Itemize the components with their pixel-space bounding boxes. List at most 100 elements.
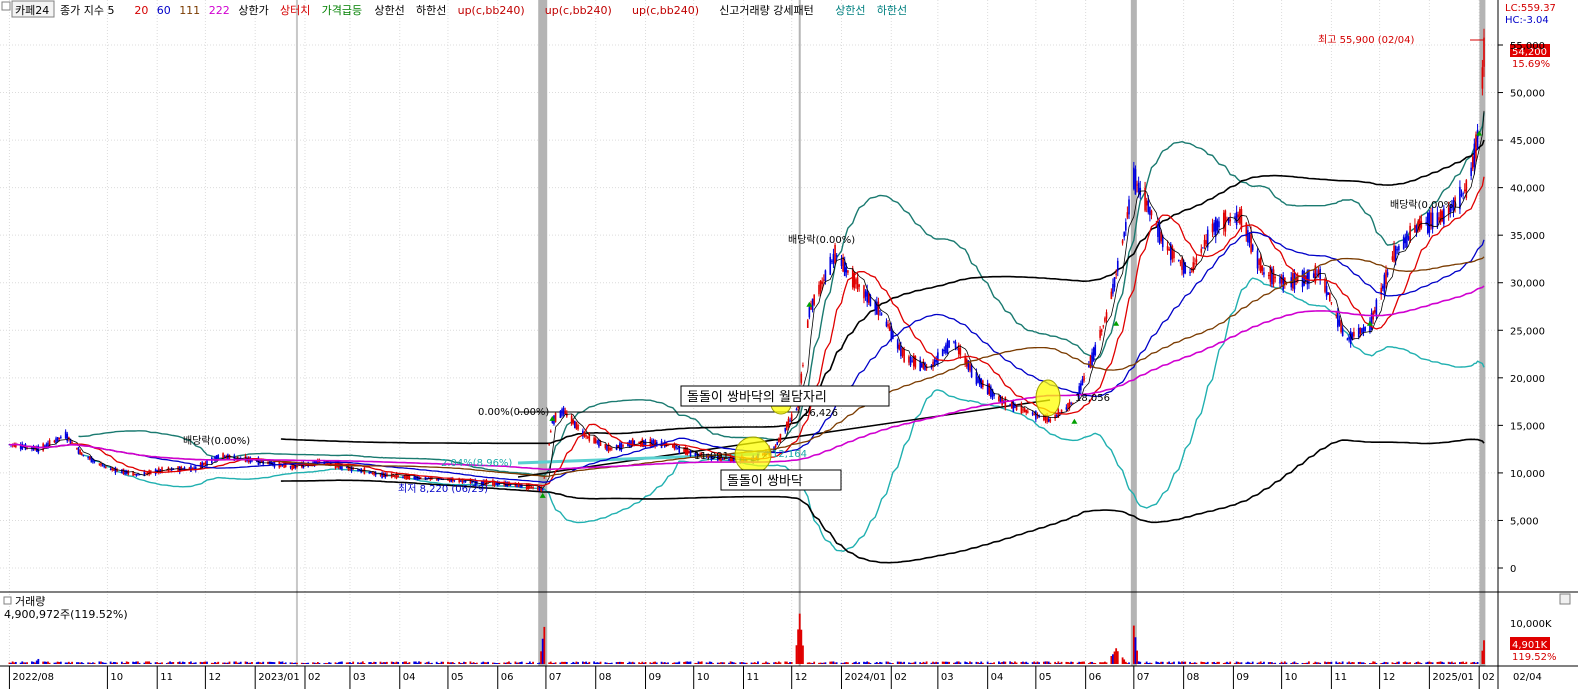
- volume-bar: [71, 661, 73, 664]
- candle-body: [1009, 404, 1011, 406]
- volume-bar: [991, 662, 994, 664]
- volume-bar: [832, 661, 835, 664]
- high-annotation: 최고 55,900 (02/04): [1318, 34, 1414, 46]
- candle-body: [101, 464, 104, 466]
- volume-bar: [615, 662, 618, 664]
- candle-body: [371, 472, 374, 474]
- volume-bar: [943, 661, 946, 664]
- volume-bar: [1139, 661, 1142, 664]
- volume-bar: [90, 663, 93, 664]
- candle-body: [800, 373, 803, 383]
- volume-bar: [975, 661, 978, 664]
- volume-bar: [236, 662, 239, 664]
- volume-bar: [710, 661, 713, 664]
- candle-body: [1406, 231, 1408, 248]
- volume-bar: [430, 662, 433, 664]
- volume-bar: [1372, 661, 1375, 664]
- volume-bar: [654, 661, 657, 664]
- volume-bar: [980, 661, 983, 664]
- volume-bar: [429, 663, 432, 664]
- volume-bar: [292, 662, 295, 664]
- volume-bar: [1025, 661, 1028, 664]
- candle-body: [1081, 378, 1084, 386]
- candle-body: [970, 364, 973, 378]
- volume-bar: [1352, 662, 1355, 664]
- candle-body: [1070, 403, 1072, 405]
- candle-body: [1211, 223, 1214, 233]
- volume-bar: [397, 661, 400, 664]
- volume-bar: [643, 662, 645, 664]
- volume-bar: [214, 662, 216, 664]
- candle-body: [1325, 285, 1328, 297]
- volume-bar: [562, 661, 565, 664]
- volume-bar: [570, 663, 573, 664]
- volume-bar: [1316, 662, 1318, 664]
- value-12164: 12,164: [772, 449, 807, 460]
- candle-body: [672, 444, 674, 448]
- legend-item: 종가 지수 5: [60, 4, 114, 17]
- volume-bar: [1397, 661, 1400, 664]
- volume-bar: [935, 661, 938, 664]
- volume-bar: [684, 661, 687, 664]
- volume-bar: [498, 662, 501, 664]
- price-chart[interactable]: 카페24 LC:559.37 HC:-3.04 54,200 15.69% 최고…: [0, 0, 1578, 689]
- signal-band: [538, 0, 548, 666]
- volume-bar: [607, 662, 610, 664]
- candle-body: [1407, 236, 1410, 240]
- candle-body: [1237, 214, 1240, 218]
- volume-bar: [1296, 663, 1299, 664]
- volume-bar: [577, 662, 579, 664]
- candle-body: [532, 486, 534, 489]
- volume-bar: [79, 662, 82, 664]
- volume-bar: [19, 662, 22, 664]
- candle-body: [1150, 210, 1153, 216]
- candle-body: [920, 363, 923, 368]
- volume-bar: [890, 663, 893, 664]
- candle-body: [80, 452, 83, 456]
- candle-body: [1393, 245, 1395, 262]
- volume-bar: [1449, 662, 1452, 664]
- candle-body: [1436, 212, 1439, 227]
- candle-body: [525, 483, 528, 490]
- volume-bar: [1115, 648, 1118, 664]
- candle-body: [1178, 259, 1180, 261]
- volume-bar: [740, 662, 743, 664]
- x-tick-label: 08: [599, 672, 612, 683]
- candle-body: [676, 447, 679, 449]
- candle-body: [888, 326, 891, 331]
- candle-body: [885, 321, 888, 327]
- volume-bar: [217, 661, 220, 664]
- candle-body: [100, 463, 102, 466]
- pct-zero-label: 0.00%(0.00%): [478, 407, 549, 418]
- candle-body: [946, 340, 949, 354]
- volume-bar: [509, 662, 512, 664]
- candle-body: [1251, 244, 1254, 251]
- volume-bar: [1179, 662, 1182, 664]
- volume-bar: [1405, 662, 1408, 664]
- volume-bar: [573, 662, 576, 664]
- volume-bar: [946, 661, 949, 664]
- volume-bar: [948, 661, 951, 664]
- candle-body: [66, 433, 69, 442]
- candle-body: [1020, 403, 1023, 414]
- candle-body: [1375, 299, 1378, 316]
- candle-body: [435, 478, 438, 480]
- volume-bar: [120, 661, 123, 664]
- volume-bar: [190, 661, 192, 664]
- volume-bar: [167, 662, 170, 664]
- candle-body: [1091, 352, 1093, 366]
- volume-bar: [1168, 661, 1171, 664]
- volume-bar: [1409, 662, 1412, 664]
- candle-body: [559, 411, 562, 418]
- volume-bar: [34, 662, 37, 664]
- volume-bar: [1439, 661, 1442, 664]
- volume-bar: [312, 662, 314, 664]
- volume-bar: [1245, 662, 1248, 664]
- volume-panel-button[interactable]: [1559, 593, 1571, 605]
- candle-body: [561, 409, 563, 416]
- volume-bar: [532, 661, 534, 664]
- volume-bar: [1430, 662, 1432, 664]
- volume-bar: [734, 662, 737, 664]
- candle-body: [1359, 327, 1362, 334]
- volume-bar: [599, 661, 602, 664]
